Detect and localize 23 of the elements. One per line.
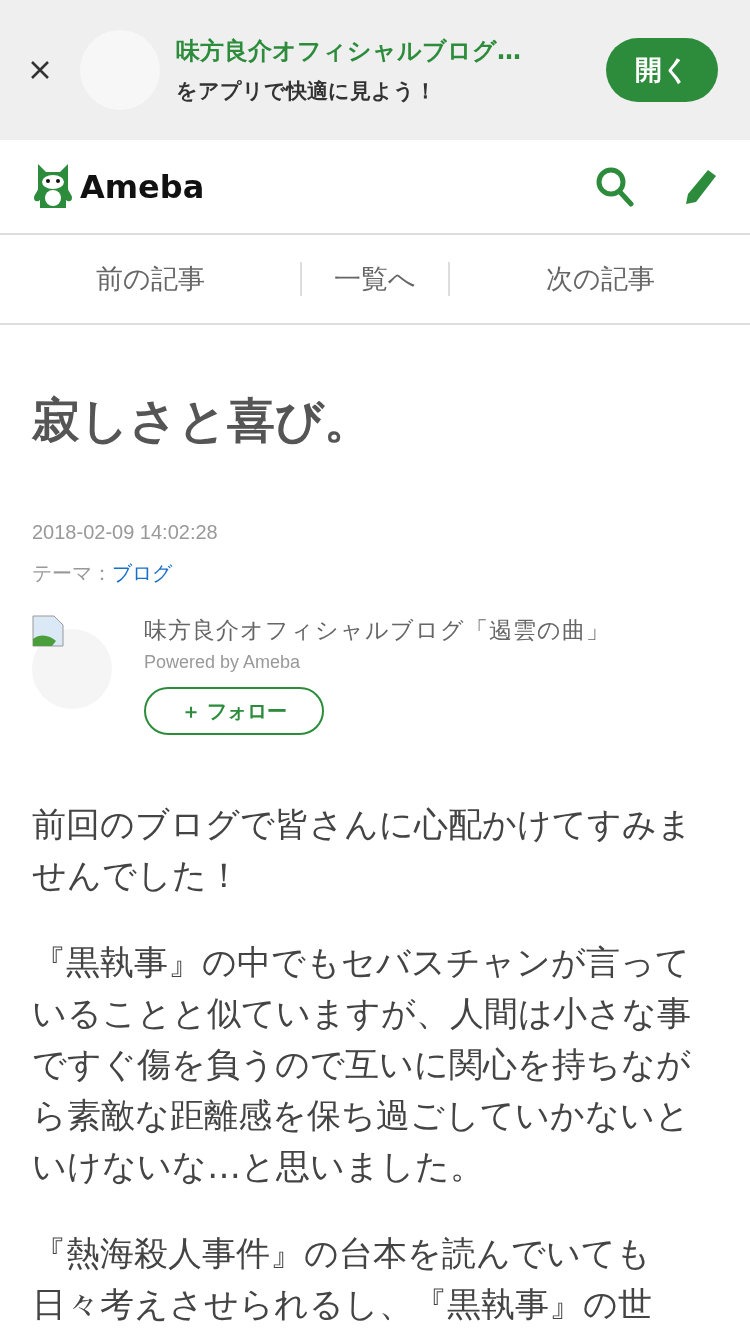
theme-link[interactable]: ブログ <box>112 560 172 587</box>
theme-label: テーマ： <box>32 560 112 587</box>
article-nav-link[interactable]: 次の記事 <box>545 263 655 294</box>
pencil-icon <box>684 167 718 206</box>
search-button[interactable] <box>596 166 634 207</box>
powered-by: Powered by Ameba <box>144 652 302 673</box>
broken-image-icon <box>32 615 64 647</box>
follow-button[interactable]: ＋ フォロー <box>144 687 324 735</box>
search-icon <box>596 166 634 207</box>
banner-title: 味方良介オフィシャルブログ… <box>176 36 522 67</box>
post-date: 2018-02-09 14:02:28 <box>32 521 219 544</box>
article-title: 寂しさと喜び。 <box>32 391 373 450</box>
open-app-button[interactable]: 開く <box>606 38 718 102</box>
paragraph: 『黒執事』の中でもセバスチャンが言っていることと似ていますが、人間は小さな事ですぐ傷を負うので互いに関心を持ちながら素敵な距離感を保ち過ごしていかないといけないな…と思いました。 <box>32 941 692 1188</box>
article-nav-link[interactable]: 一覧へ <box>334 263 416 294</box>
paragraph: 前回のブログで皆さんに心配かけてすみませんでした！ <box>32 803 693 897</box>
paragraph: 『熱海殺人事件』の台本を読んでいても日々考えさせられるし、『黒執事』の世 <box>32 1232 653 1326</box>
article-nav-link[interactable]: 前の記事 <box>95 263 205 294</box>
edit-button[interactable] <box>684 167 718 206</box>
close-icon <box>30 60 50 80</box>
banner-subtitle: をアプリで快適に見よう！ <box>176 78 437 105</box>
ameba-logo: Ameba <box>80 167 205 206</box>
blog-name[interactable]: 味方良介オフィシャルブログ「遏雲の曲」 <box>144 615 610 646</box>
